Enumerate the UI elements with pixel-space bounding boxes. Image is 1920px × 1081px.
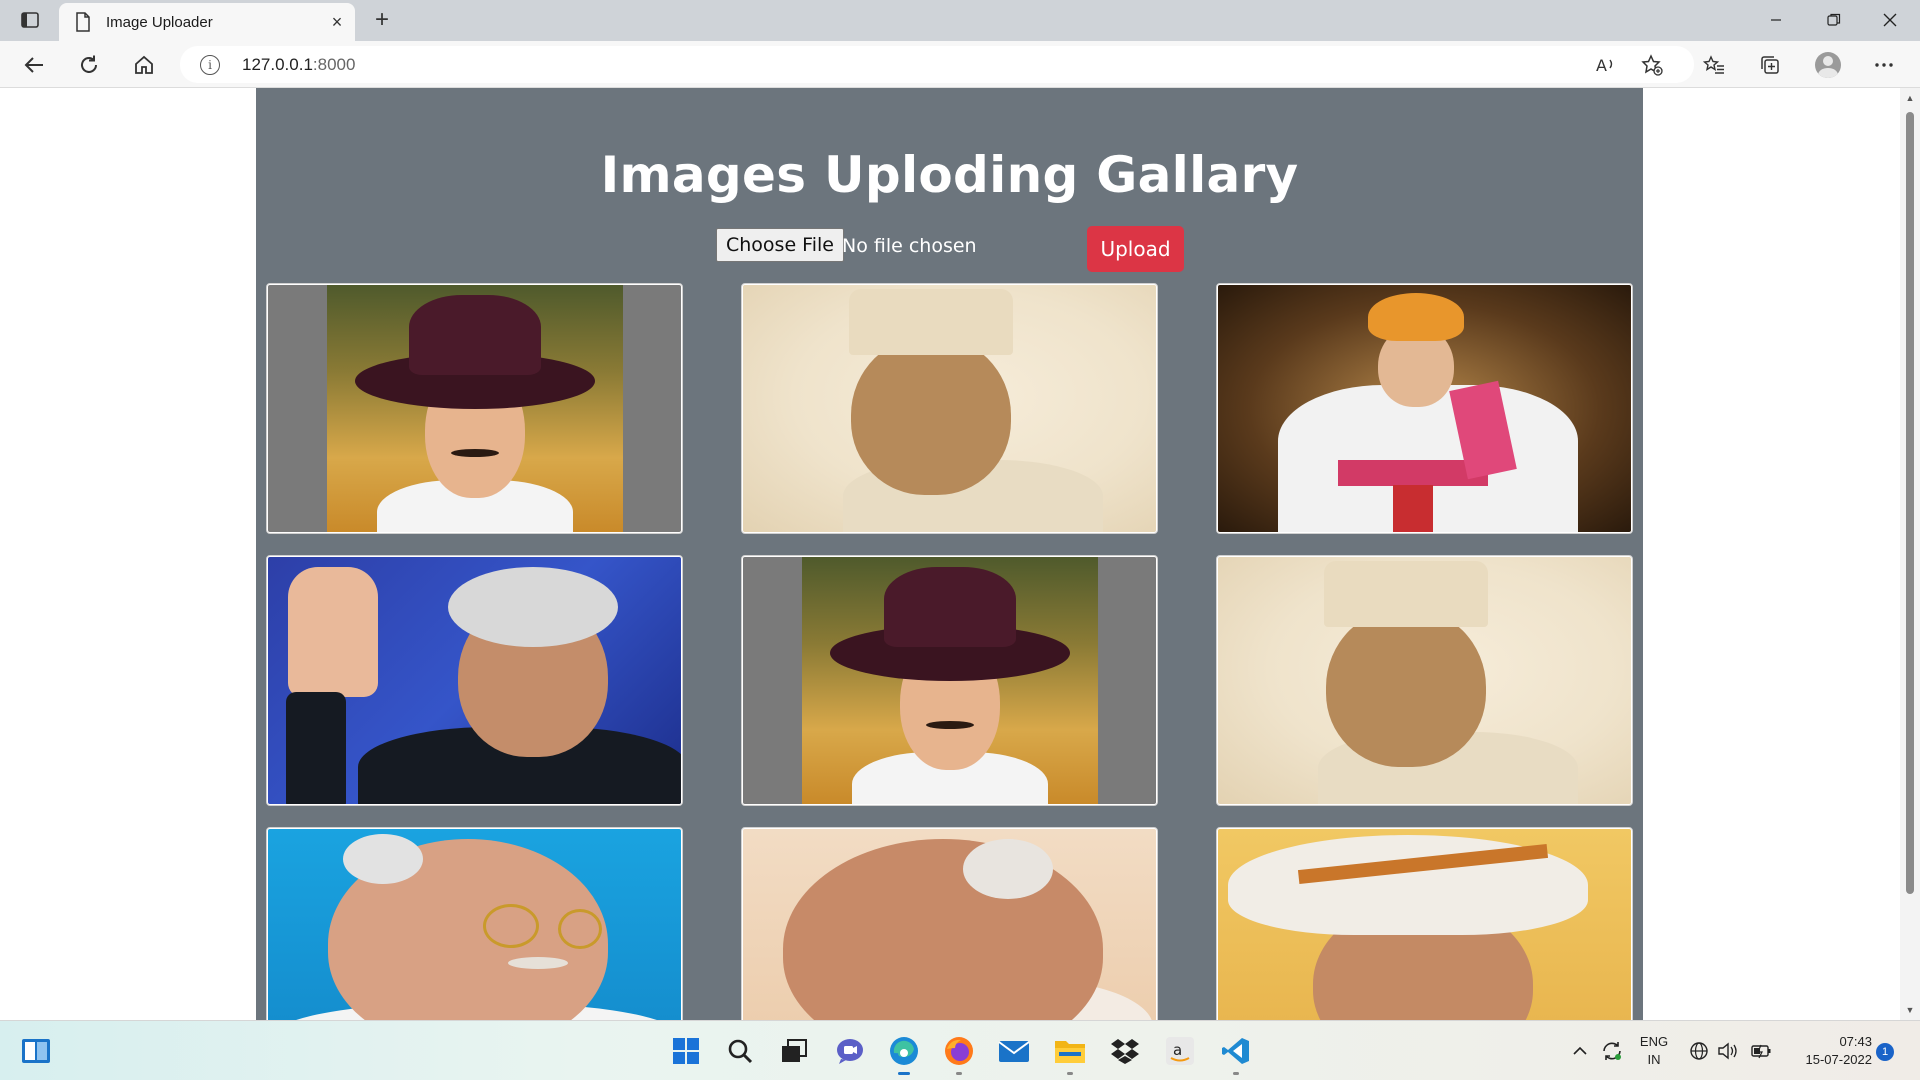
tab-title: Image Uploader (106, 13, 213, 31)
portrait-bhagat-singh-2 (743, 557, 1156, 804)
refresh-icon[interactable] (71, 48, 107, 82)
gallery-image[interactable] (266, 555, 683, 806)
edge-icon[interactable] (886, 1033, 922, 1075)
portrait-kalam (268, 557, 681, 804)
scroll-up-icon[interactable]: ▲ (1905, 93, 1915, 103)
home-icon[interactable] (126, 48, 162, 82)
volume-icon[interactable] (1716, 1021, 1740, 1081)
gallery-image[interactable] (1216, 827, 1633, 1020)
restore-icon[interactable] (1806, 0, 1862, 40)
gallery-image[interactable] (741, 283, 1158, 534)
collections-icon[interactable] (1752, 48, 1788, 82)
battery-icon[interactable] (1748, 1021, 1774, 1081)
notification-badge[interactable]: 1 (1876, 1043, 1894, 1061)
new-tab-button[interactable]: + (368, 6, 396, 34)
gallery-image[interactable] (266, 827, 683, 1020)
avatar (1815, 52, 1841, 78)
url-port: :8000 (312, 54, 356, 74)
clock-date: 15-07-2022 (1805, 1052, 1873, 1067)
url-host: 127.0.0.1 (242, 54, 313, 74)
choose-file-button[interactable]: Choose File (716, 228, 844, 262)
more-menu-icon[interactable] (1866, 48, 1902, 82)
portrait-shastri-2 (1218, 557, 1631, 804)
browser-toolbar: i 127.0.0.1:8000 A (0, 41, 1920, 88)
portrait-gandhi (268, 829, 681, 1020)
network-icon[interactable] (1688, 1021, 1710, 1081)
portrait-bhagat-singh (268, 285, 681, 532)
scrollbar-thumb[interactable] (1906, 112, 1914, 894)
dropbox-icon[interactable] (1107, 1033, 1143, 1069)
page-scrollbar[interactable]: ▲ ▼ (1900, 88, 1920, 1020)
favorites-icon[interactable] (1696, 48, 1732, 82)
svg-text:A: A (1596, 56, 1607, 75)
vscode-icon[interactable] (1218, 1033, 1254, 1075)
browser-tab[interactable]: Image Uploader × (59, 3, 355, 41)
read-aloud-icon[interactable]: A (1588, 48, 1624, 82)
amazon-icon[interactable]: a (1162, 1033, 1198, 1069)
gallery-image[interactable] (1216, 283, 1633, 534)
file-explorer-icon[interactable] (1052, 1033, 1088, 1075)
mail-icon[interactable] (996, 1033, 1032, 1069)
gallery-image[interactable] (741, 827, 1158, 1020)
page-viewport: Images Uploding Gallary Choose File No f… (0, 88, 1920, 1020)
firefox-icon[interactable] (941, 1033, 977, 1075)
portrait-patel (743, 829, 1156, 1020)
language-code: ENG (1639, 1034, 1669, 1049)
language-indicator[interactable]: ENG IN (1636, 1033, 1672, 1069)
portrait-visvesvaraya (1218, 829, 1631, 1020)
region-code: IN (1647, 1052, 1661, 1067)
page-icon (76, 12, 90, 32)
start-icon[interactable] (668, 1033, 704, 1069)
search-icon[interactable] (722, 1033, 758, 1069)
gallery-image[interactable] (266, 283, 683, 534)
site-info-icon[interactable]: i (200, 54, 220, 75)
minimize-icon[interactable] (1748, 0, 1804, 40)
scroll-down-icon[interactable]: ▼ (1905, 1005, 1915, 1015)
gallery-image[interactable] (1216, 555, 1633, 806)
url-text: 127.0.0.1:8000 (242, 55, 355, 75)
page-title: Images Uploding Gallary (600, 146, 1299, 204)
back-icon[interactable] (16, 48, 52, 82)
tab-close-icon[interactable]: × (319, 12, 355, 33)
widgets-icon[interactable] (18, 1033, 54, 1069)
tab-actions-icon[interactable] (14, 8, 46, 32)
upload-button[interactable]: Upload (1087, 226, 1184, 272)
sync-icon[interactable] (1597, 1021, 1627, 1081)
gallery-container: Images Uploding Gallary Choose File No f… (256, 88, 1643, 1020)
file-status-text: No file chosen (842, 235, 977, 257)
clock-time: 07:43 (1839, 1034, 1872, 1049)
close-window-icon[interactable] (1862, 0, 1918, 40)
gallery-image[interactable] (741, 555, 1158, 806)
svg-text:a: a (1173, 1041, 1182, 1059)
add-favorite-icon[interactable] (1634, 48, 1670, 82)
portrait-shastri (743, 285, 1156, 532)
profile-avatar[interactable] (1810, 48, 1846, 82)
browser-tab-strip: Image Uploader × + (0, 0, 1920, 41)
windows-taskbar: a ENG IN 07:43 15-07-2022 1 (0, 1020, 1920, 1080)
system-clock[interactable]: 07:43 15-07-2022 (1780, 1033, 1873, 1069)
portrait-maharaja (1218, 285, 1631, 532)
chat-icon[interactable] (832, 1033, 868, 1069)
show-hidden-icons[interactable] (1568, 1021, 1592, 1081)
address-bar[interactable]: i 127.0.0.1:8000 (180, 46, 1694, 83)
task-view-icon[interactable] (776, 1033, 812, 1069)
